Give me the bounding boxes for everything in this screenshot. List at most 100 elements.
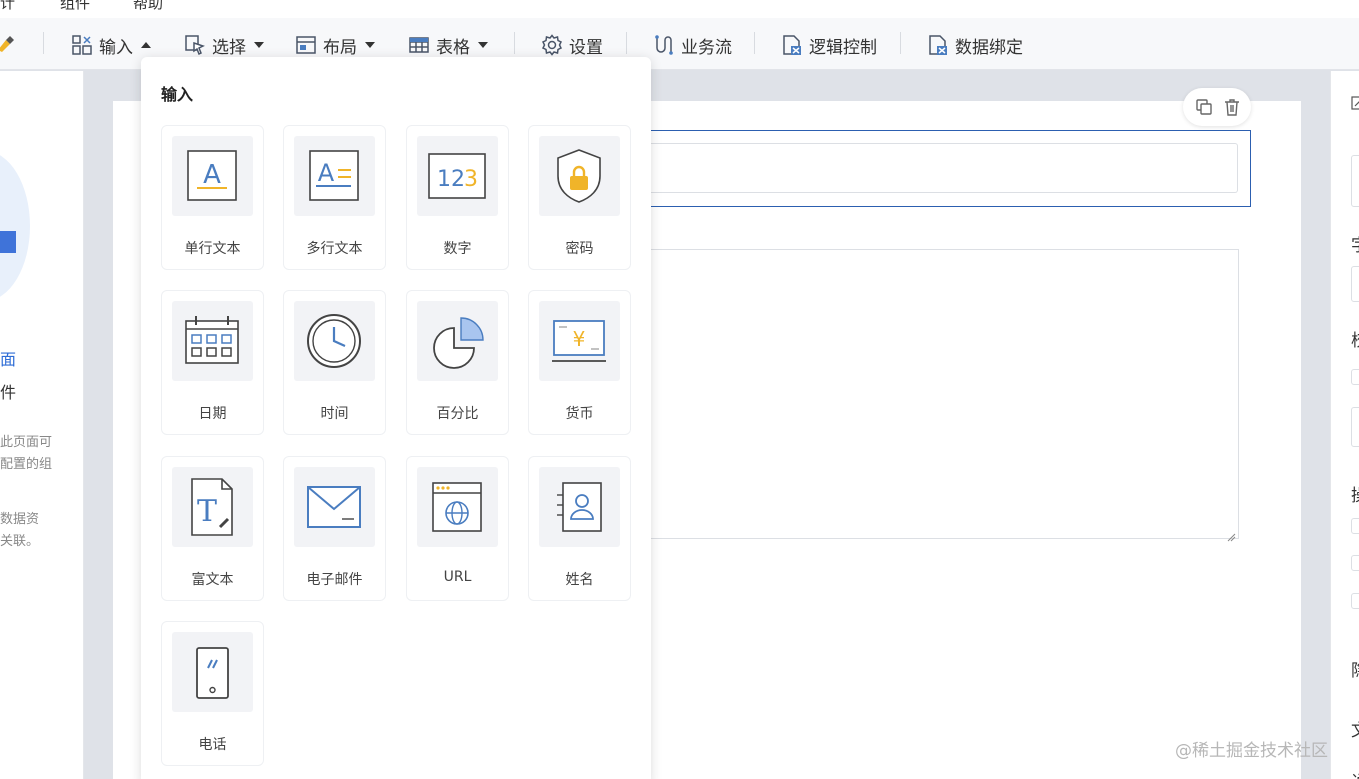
toolbar-layout-menu[interactable]: 布局: [295, 32, 375, 58]
input-components-popover: 输入 A 单行文本 A 多行文本 12 3 数字 密码 日期 时间 百分比 ¥ …: [141, 57, 651, 779]
svg-text:A: A: [318, 159, 335, 187]
property-input[interactable]: [1351, 155, 1359, 207]
component-tile-url[interactable]: URL: [406, 456, 509, 601]
illustration: [0, 151, 30, 301]
toolbar-select-label: 选择: [212, 37, 246, 58]
gear-icon: [541, 34, 563, 56]
property-label: 字: [1351, 231, 1359, 256]
toolbar-divider: [626, 32, 627, 54]
trash-icon[interactable]: [1223, 98, 1241, 116]
data-binding-icon: [927, 34, 949, 56]
sidebar-page-link[interactable]: 面: [0, 346, 16, 370]
toolbar-table-label: 表格: [436, 37, 470, 58]
property-input[interactable]: [1351, 266, 1359, 302]
field-action-bar: [1183, 88, 1251, 126]
tile-label: 富文本: [191, 572, 234, 588]
component-tile-email[interactable]: 电子邮件: [283, 456, 386, 601]
toolbar-logic-button[interactable]: 逻辑控制: [781, 32, 877, 58]
tile-label: 姓名: [565, 572, 594, 588]
sidebar-desc-line: 此页面可: [0, 435, 53, 450]
caret-up-icon: [141, 42, 151, 48]
sidebar-desc-line: 数据资: [0, 512, 40, 527]
copy-icon[interactable]: [1195, 98, 1213, 116]
tile-label: 百分比: [436, 406, 479, 422]
property-checkbox[interactable]: [1351, 593, 1359, 609]
component-tile-currency[interactable]: ¥ 货币: [528, 290, 631, 435]
input-grid-icon: [71, 34, 93, 56]
component-tile-name[interactable]: 姓名: [528, 456, 631, 601]
table-icon: [408, 34, 430, 56]
single-line-input-preview[interactable]: [645, 143, 1238, 193]
menu-item-help[interactable]: 帮助: [133, 0, 163, 13]
component-tile-multi-line-text[interactable]: A 多行文本: [283, 125, 386, 270]
component-tile-time[interactable]: 时间: [283, 290, 386, 435]
tile-label: 数字: [443, 241, 472, 257]
resize-grip-icon[interactable]: [1227, 527, 1236, 542]
toolbar-databind-label: 数据绑定: [955, 37, 1023, 58]
component-tile-single-line-text[interactable]: A 单行文本: [161, 125, 264, 270]
tile-label: 多行文本: [306, 241, 363, 257]
toolbar-settings-button[interactable]: 设置: [541, 32, 603, 58]
tile-label: 时间: [320, 406, 349, 422]
toolbar-input-menu[interactable]: 输入: [71, 32, 151, 58]
component-tile-number[interactable]: 12 3 数字: [406, 125, 509, 270]
select-icon: [184, 34, 206, 56]
brush-icon[interactable]: [0, 34, 16, 54]
component-tile-date[interactable]: 日期: [161, 290, 264, 435]
svg-text:¥: ¥: [573, 327, 586, 351]
component-tile-rich-text[interactable]: T 富文本: [161, 456, 264, 601]
tile-label: URL: [443, 569, 472, 585]
tile-label: 电子邮件: [306, 572, 363, 588]
component-tile-password[interactable]: 密码: [528, 125, 631, 270]
svg-text:A: A: [203, 160, 221, 190]
property-checkbox[interactable]: [1351, 555, 1359, 571]
property-checkbox[interactable]: [1351, 369, 1359, 385]
multi-line-textarea-preview[interactable]: [645, 249, 1239, 542]
property-label: 说: [1351, 768, 1359, 779]
email-icon: [294, 467, 375, 547]
sidebar-desc-line: 关联。: [0, 534, 40, 549]
toolbar-workflow-button[interactable]: 业务流: [653, 32, 732, 58]
tile-label: 电话: [198, 737, 227, 753]
sidebar-component-item[interactable]: 件: [0, 379, 16, 403]
tile-label: 密码: [565, 241, 594, 257]
calendar-icon: [172, 301, 253, 381]
sidebar-desc-line: 配置的组: [0, 457, 53, 472]
rich-text-icon: T: [172, 467, 253, 547]
property-input[interactable]: [1351, 407, 1359, 447]
caret-down-icon: [254, 42, 264, 48]
left-sidebar: 面 件 此页面可 配置的组 数据资 关联。: [0, 71, 84, 779]
toolbar-divider: [43, 32, 44, 54]
clock-icon: [294, 301, 375, 381]
url-browser-icon: [417, 467, 498, 547]
caret-down-icon: [478, 42, 488, 48]
phone-icon: [172, 632, 253, 712]
edit-icon[interactable]: [1351, 95, 1359, 110]
svg-text:T: T: [197, 494, 217, 529]
popover-title: 输入: [161, 85, 194, 104]
component-tile-percentage[interactable]: 百分比: [406, 290, 509, 435]
watermark: @稀土掘金技术社区: [1175, 741, 1328, 761]
toolbar-layout-label: 布局: [323, 37, 357, 58]
toolbar-logic-label: 逻辑控制: [809, 37, 877, 58]
right-property-panel: 字 校 操 隐 文 说: [1330, 71, 1359, 779]
caret-down-icon: [365, 42, 375, 48]
toolbar-table-menu[interactable]: 表格: [408, 32, 488, 58]
menu-item-design[interactable]: 计: [0, 0, 15, 13]
workflow-icon: [653, 34, 675, 56]
multi-line-text-icon: A: [294, 136, 375, 216]
toolbar-select-menu[interactable]: 选择: [184, 32, 264, 58]
toolbar-databind-button[interactable]: 数据绑定: [927, 32, 1023, 58]
illustration-block: [0, 231, 16, 253]
property-label: 隐: [1351, 656, 1359, 681]
toolbar-divider: [754, 32, 755, 54]
logic-doc-icon: [781, 34, 803, 56]
single-line-text-icon: A: [172, 136, 253, 216]
currency-icon: ¥: [539, 301, 620, 381]
property-checkbox[interactable]: [1351, 518, 1359, 534]
layout-icon: [295, 34, 317, 56]
tile-label: 单行文本: [184, 241, 241, 257]
menu-item-components[interactable]: 组件: [60, 0, 90, 13]
component-tile-phone[interactable]: 电话: [161, 621, 264, 766]
top-menu-bar: 计 组件 帮助: [0, 0, 1359, 18]
